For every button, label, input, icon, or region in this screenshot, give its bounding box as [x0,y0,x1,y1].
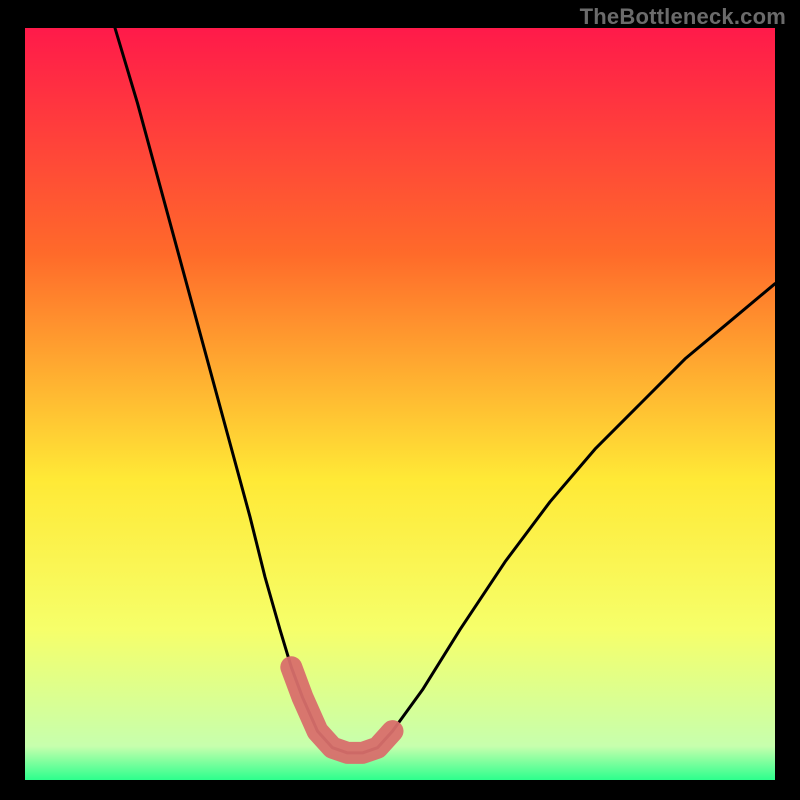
plot-background [25,28,775,780]
bottleneck-chart [0,0,800,800]
chart-frame: TheBottleneck.com [0,0,800,800]
